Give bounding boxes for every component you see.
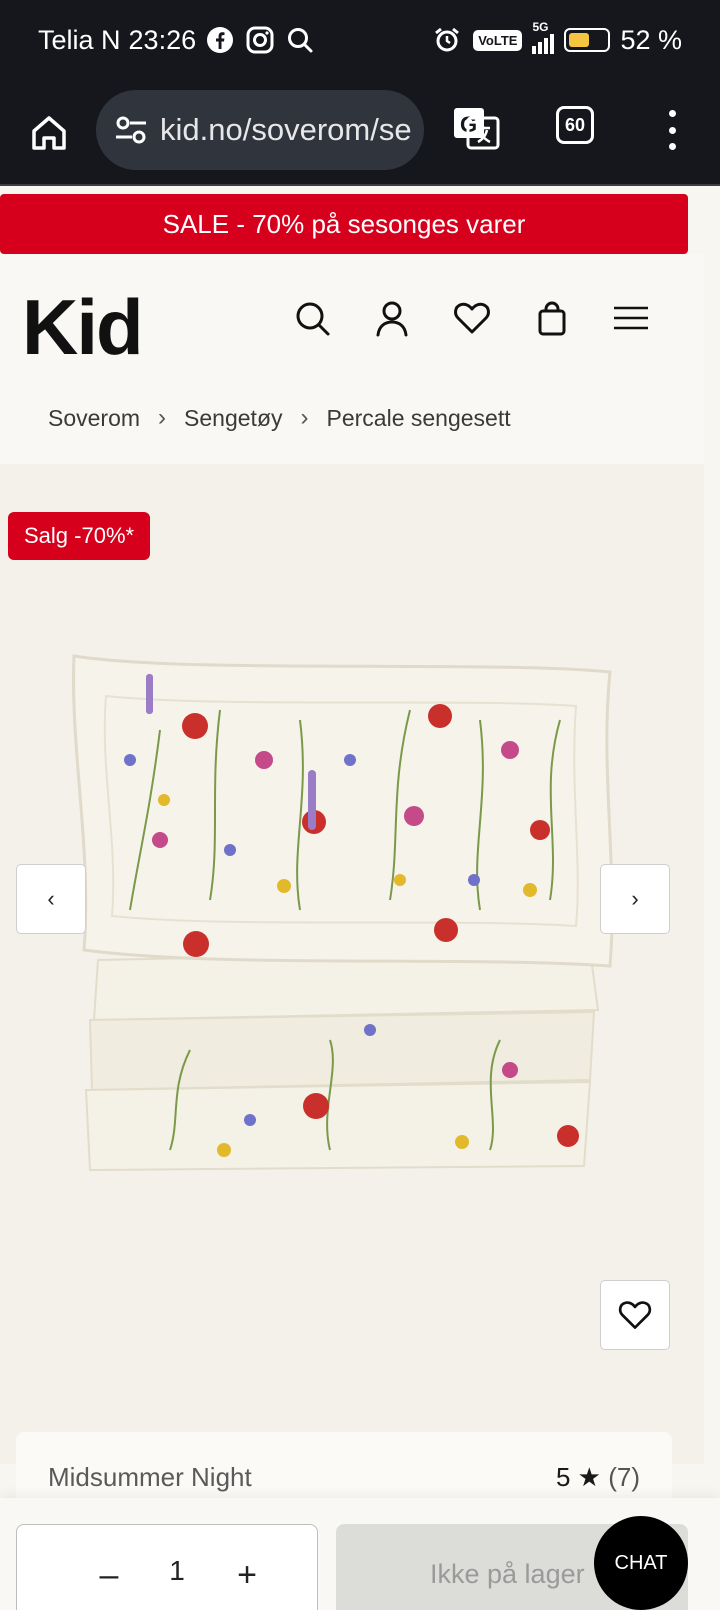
heart-icon (618, 1301, 652, 1329)
rating-stars: 5 ★ (555, 1462, 601, 1492)
battery-icon (564, 28, 611, 52)
site-settings-icon[interactable] (112, 111, 150, 149)
sale-banner-text[interactable]: SALE - 70% på sesonges varer (163, 209, 526, 240)
translate-button[interactable]: G (452, 104, 500, 152)
user-icon[interactable] (372, 298, 412, 338)
network-type: 5G (532, 20, 549, 34)
volte-indicator: VoLTE (473, 29, 523, 51)
tab-switcher-button[interactable]: 60 (556, 106, 594, 144)
sale-banner[interactable]: SALE - 70% på sesonges varer (0, 194, 688, 254)
chevron-right-icon: › (300, 404, 309, 431)
carrier-name: Telia N (38, 24, 121, 55)
kid-logo[interactable]: Kid (22, 282, 144, 373)
previous-image-button[interactable]: ‹ (16, 864, 86, 934)
product-image[interactable] (70, 650, 630, 1190)
heart-icon[interactable] (452, 298, 492, 338)
status-bar-right: VoLTE 5G 52 % (431, 20, 682, 56)
status-bar-left: Telia N 23:26 (38, 24, 316, 56)
search-icon[interactable] (292, 298, 332, 338)
increase-quantity-button[interactable]: + (225, 1553, 269, 1597)
facebook-icon (204, 24, 236, 56)
breadcrumb: Soverom › Sengetøy › Percale sengesett (48, 404, 511, 432)
breadcrumb-item-sengetoy[interactable]: Sengetøy (184, 405, 282, 432)
breadcrumb-item-soverom[interactable]: Soverom (48, 405, 140, 432)
bag-icon[interactable] (532, 298, 572, 338)
sale-badge: Salg -70%* (8, 512, 151, 560)
clock: 23:26 (128, 24, 197, 55)
translate-icon: G (454, 108, 500, 150)
url-text[interactable]: kid.no/soverom/se (160, 112, 412, 148)
address-bar[interactable]: kid.no/soverom/se (96, 90, 424, 170)
home-icon (32, 116, 66, 150)
product-rating[interactable]: 5 ★ (7) (556, 1462, 640, 1493)
search-icon (284, 24, 316, 56)
out-of-stock-label: Ikke på lager (430, 1558, 585, 1589)
product-gallery: Salg -70%* ‹ › (0, 464, 704, 1464)
browser-menu-button[interactable] (660, 106, 684, 154)
breadcrumb-item-percale[interactable]: Percale sengesett (327, 405, 511, 432)
home-button[interactable] (24, 108, 74, 158)
chat-button[interactable]: CHAT (594, 1516, 688, 1610)
add-to-wishlist-button[interactable] (600, 1280, 670, 1350)
chevron-right-icon: › (158, 404, 167, 431)
review-count: (7) (608, 1462, 640, 1492)
quantity-stepper: – 1 + (16, 1524, 318, 1610)
site-header: Kid Soverom › Sengetøy › Percale sengese… (0, 254, 704, 464)
chat-label: CHAT (614, 1551, 668, 1574)
product-name: Midsummer Night (48, 1462, 252, 1492)
quantity-value[interactable]: 1 (157, 1555, 197, 1587)
signal-icon: 5G (532, 20, 555, 54)
decrease-quantity-button[interactable]: – (87, 1553, 131, 1597)
battery-percent: 52 % (620, 24, 682, 55)
browser-toolbar: kid.no/soverom/se G 60 (0, 84, 720, 186)
instagram-icon (244, 24, 276, 56)
status-bar: Telia N 23:26 VoLTE 5G 52 % (0, 0, 720, 84)
menu-icon[interactable] (612, 298, 650, 338)
next-image-button[interactable]: › (600, 864, 670, 934)
alarm-icon (431, 24, 463, 56)
